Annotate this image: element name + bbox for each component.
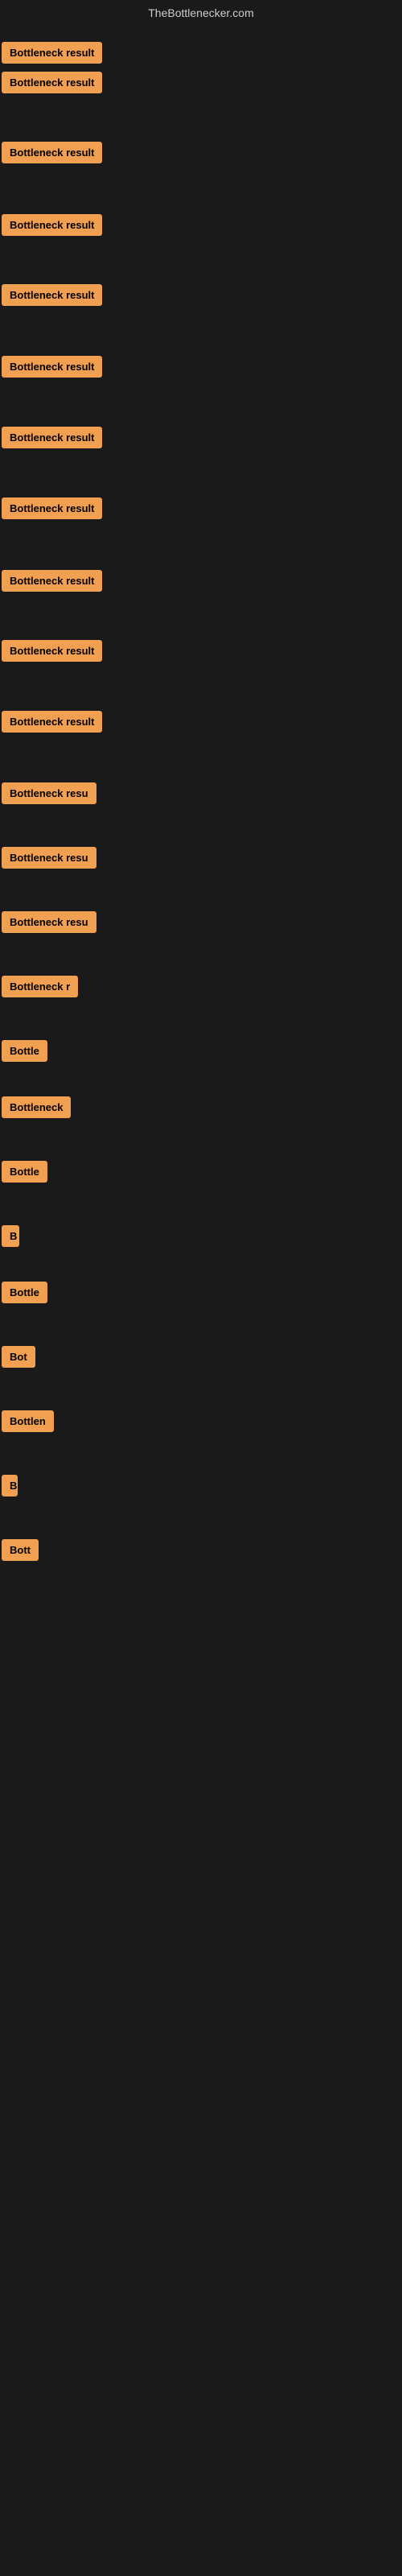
bottleneck-result-badge-17: Bottleneck xyxy=(2,1096,71,1118)
bottleneck-result-badge-23: B xyxy=(2,1475,18,1496)
bottleneck-result-badge-20: Bottle xyxy=(2,1282,47,1303)
bottleneck-result-badge-9: Bottleneck result xyxy=(2,570,102,592)
bottleneck-result-badge-2: Bottleneck result xyxy=(2,72,102,93)
results-container: Bottleneck result Bottleneck result Bottle… xyxy=(0,26,402,2521)
bottleneck-result-badge-15: Bottleneck r xyxy=(2,976,78,997)
bottleneck-result-badge-24: Bott xyxy=(2,1539,39,1561)
site-title: TheBottlenecker.com xyxy=(0,0,402,26)
bottleneck-result-badge-14: Bottleneck resu xyxy=(2,911,96,933)
bottleneck-result-badge-16: Bottle xyxy=(2,1040,47,1062)
bottleneck-result-badge-11: Bottleneck result xyxy=(2,711,102,733)
bottleneck-result-badge-3: Bottleneck result xyxy=(2,142,102,163)
bottleneck-result-badge-10: Bottleneck result xyxy=(2,640,102,662)
bottleneck-result-badge-22: Bottlen xyxy=(2,1410,54,1432)
bottleneck-result-badge-13: Bottleneck resu xyxy=(2,847,96,869)
bottleneck-result-badge-5: Bottleneck result xyxy=(2,284,102,306)
bottleneck-result-badge-12: Bottleneck resu xyxy=(2,782,96,804)
bottleneck-result-badge-7: Bottleneck result xyxy=(2,427,102,448)
bottleneck-result-badge-18: Bottle xyxy=(2,1161,47,1183)
bottleneck-result-badge-6: Bottleneck result xyxy=(2,356,102,378)
bottleneck-result-badge-1: Bottleneck result xyxy=(2,42,102,64)
site-header: TheBottlenecker.com xyxy=(0,0,402,26)
bottleneck-result-badge-21: Bot xyxy=(2,1346,35,1368)
bottleneck-result-badge-8: Bottleneck result xyxy=(2,497,102,519)
bottleneck-result-badge-19: B xyxy=(2,1225,19,1247)
bottleneck-result-badge-4: Bottleneck result xyxy=(2,214,102,236)
